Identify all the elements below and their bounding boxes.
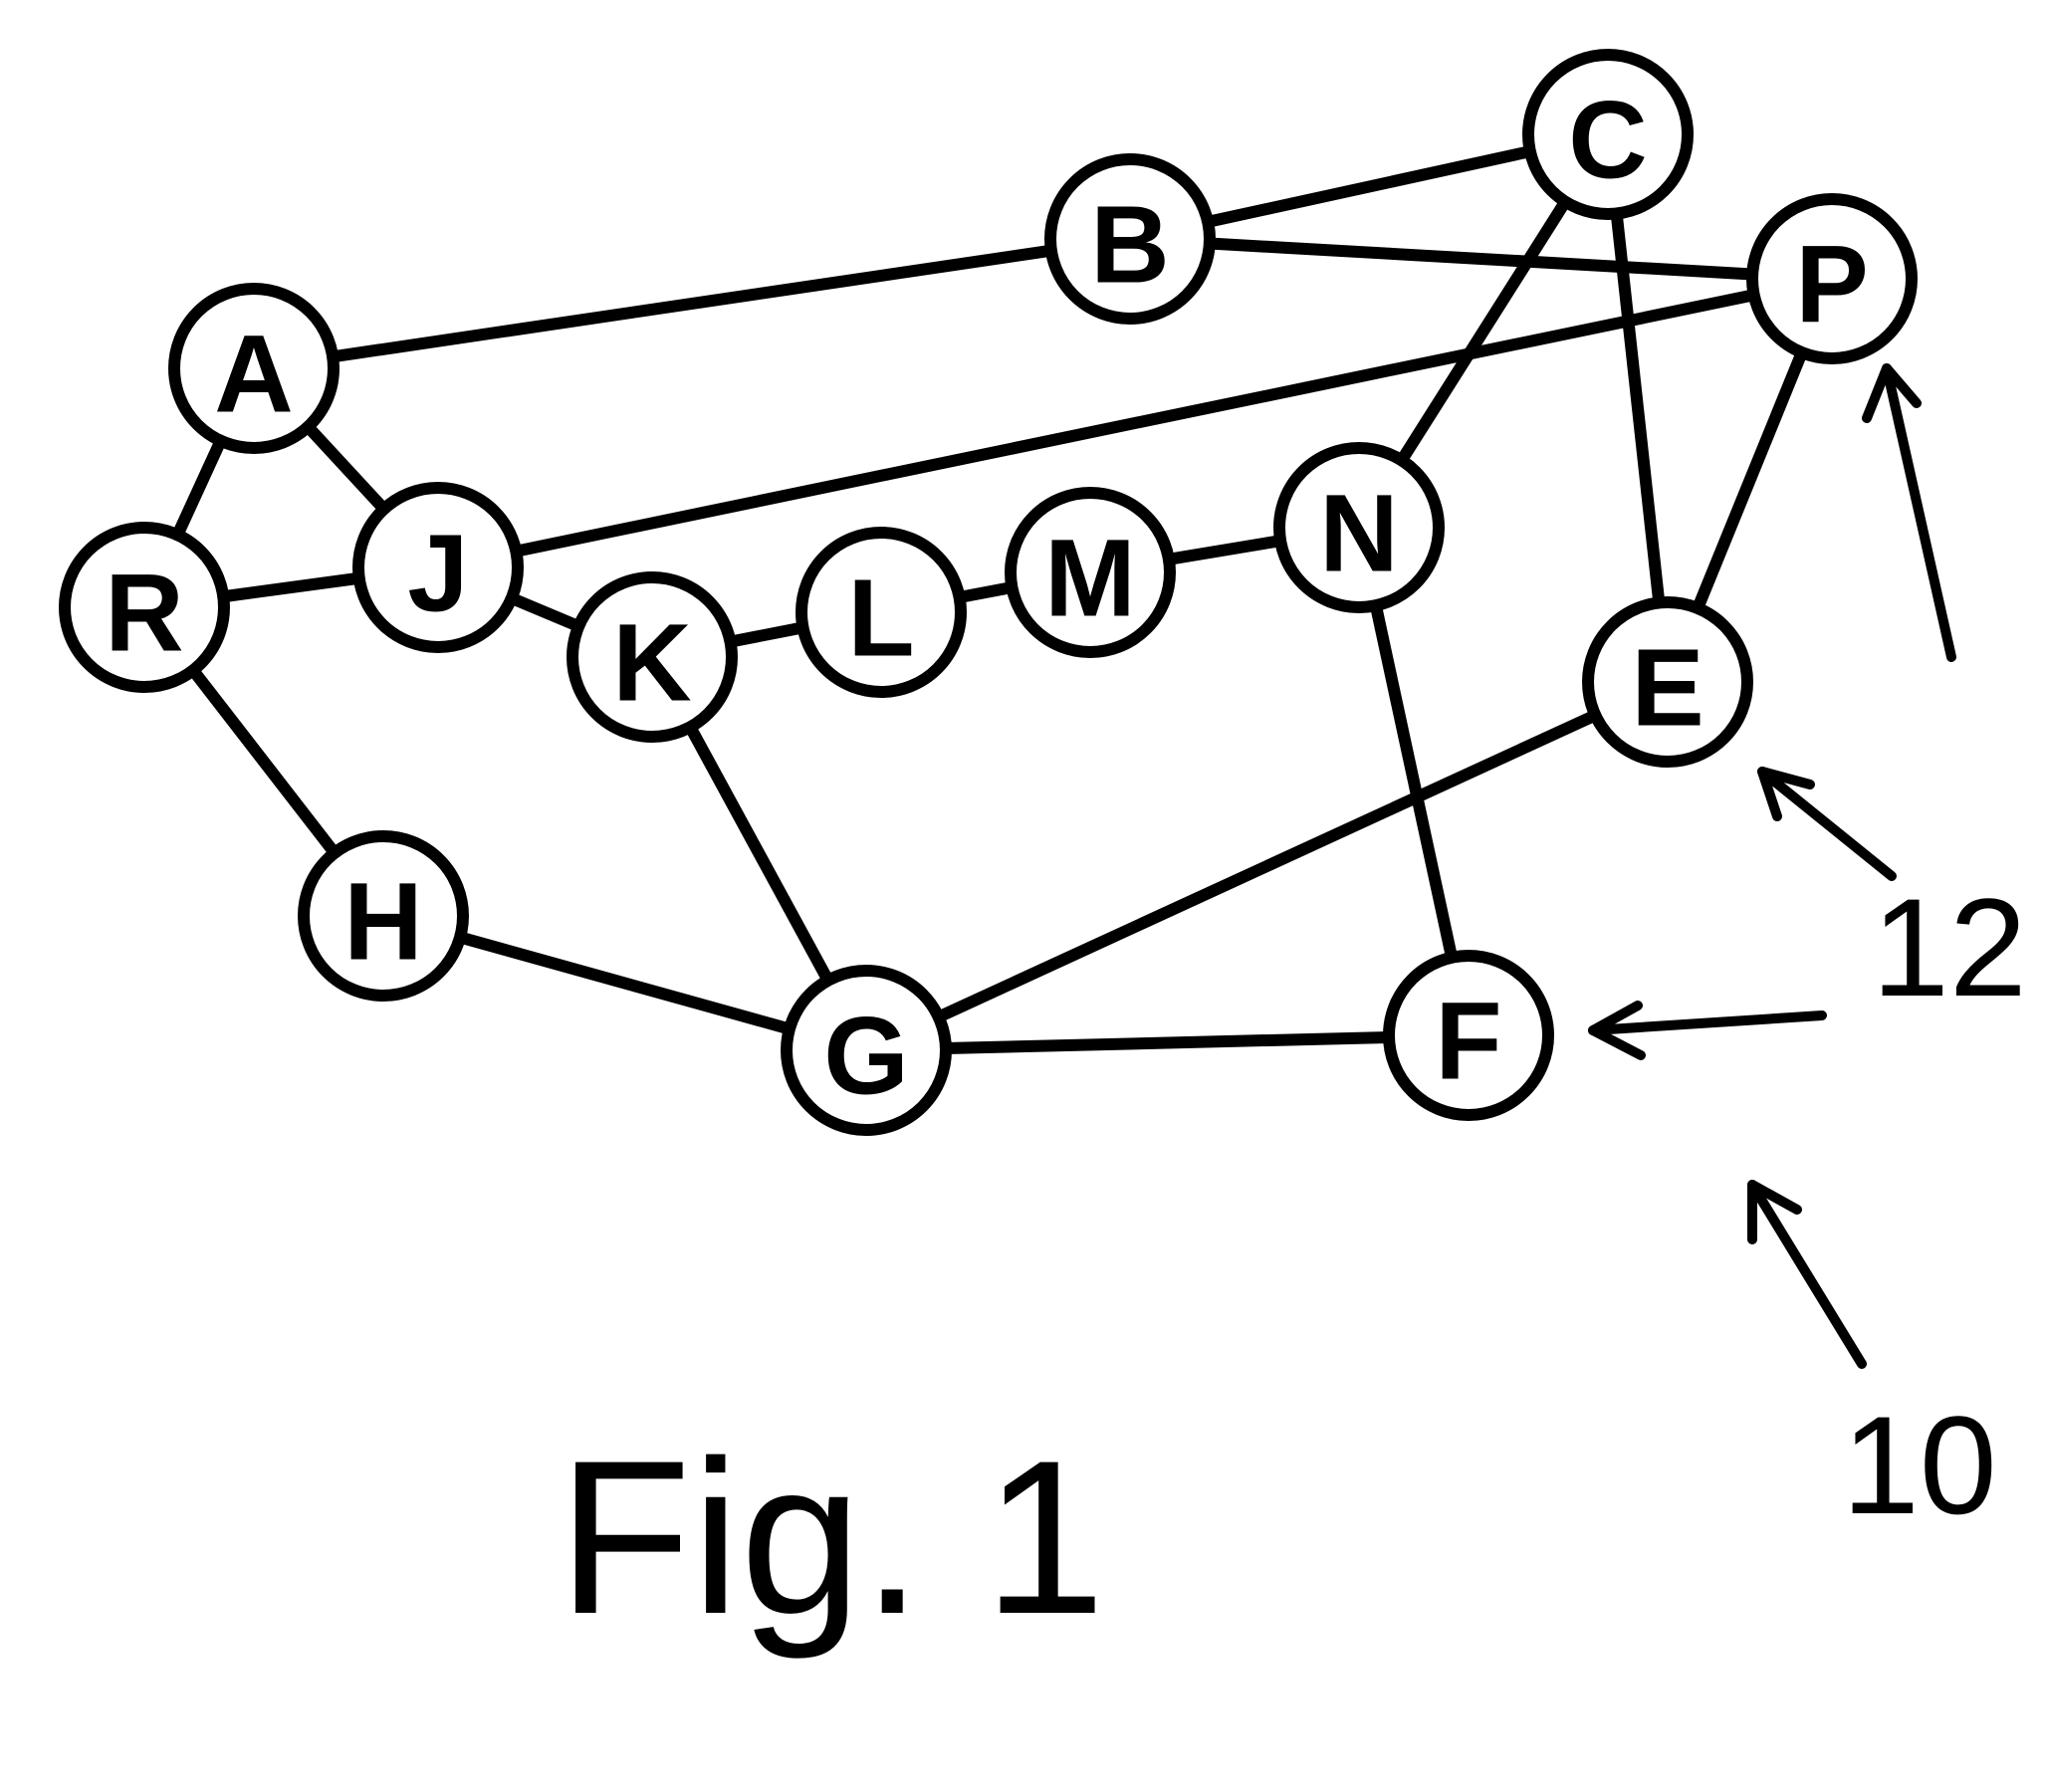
edge-L-M [960, 587, 1013, 597]
node-label-C: C [1568, 80, 1647, 202]
edge-A-J [308, 427, 383, 510]
node-J: J [358, 488, 518, 647]
node-label-B: B [1090, 184, 1169, 307]
node-label-P: P [1795, 224, 1868, 346]
node-N: N [1279, 448, 1439, 607]
node-P: P [1752, 199, 1912, 358]
node-label-J: J [407, 513, 468, 635]
node-K: K [572, 577, 732, 737]
figure-caption: Fig. 1 [558, 1415, 1105, 1660]
node-label-G: G [823, 996, 909, 1118]
figure-1-graph: A B C P R J K L M N E H G F 12 10 Fig. 1 [0, 0, 2045, 1792]
edge-J-K [512, 598, 578, 626]
ref-label-12: 12 [1872, 869, 2027, 1025]
node-label-R: R [105, 553, 183, 675]
node-label-A: A [214, 314, 293, 436]
edge-P-E [1698, 352, 1802, 608]
edge-C-N [1402, 202, 1565, 461]
node-F: F [1389, 956, 1548, 1115]
node-label-E: E [1631, 627, 1704, 750]
ref-label-10: 10 [1842, 1387, 1997, 1543]
node-label-K: K [612, 602, 691, 725]
edge-R-H [193, 670, 335, 852]
edge-H-G [460, 937, 790, 1028]
ref-arrow-12-to-F [1593, 1006, 1822, 1055]
node-G: G [787, 971, 946, 1130]
node-C: C [1528, 55, 1688, 214]
node-E: E [1588, 602, 1747, 762]
node-label-H: H [343, 861, 422, 984]
ref-arrow-12-to-P [1867, 368, 1951, 657]
node-B: B [1050, 159, 1210, 319]
node-label-N: N [1319, 473, 1398, 595]
node-M: M [1011, 493, 1170, 652]
node-label-L: L [847, 558, 914, 680]
node-label-M: M [1044, 518, 1136, 640]
node-A: A [174, 289, 334, 448]
edge-B-P [1210, 244, 1752, 275]
edge-A-B [333, 251, 1051, 357]
ref-arrow-10 [1752, 1185, 1862, 1364]
node-label-F: F [1435, 981, 1501, 1103]
node-R: R [65, 528, 224, 687]
node-L: L [801, 533, 961, 692]
edge-M-N [1169, 541, 1280, 560]
edge-K-L [731, 627, 803, 641]
edge-G-F [946, 1037, 1389, 1048]
ref-arrow-12-to-E [1762, 772, 1892, 876]
edge-R-J [223, 578, 358, 597]
edge-A-R [177, 441, 220, 536]
node-H: H [304, 836, 463, 996]
edge-K-G [690, 727, 828, 980]
edge-B-C [1208, 151, 1530, 222]
